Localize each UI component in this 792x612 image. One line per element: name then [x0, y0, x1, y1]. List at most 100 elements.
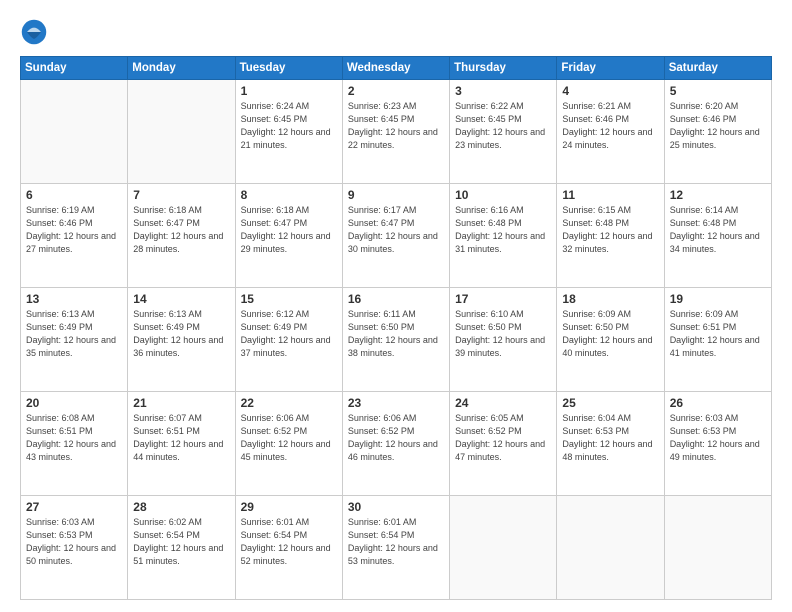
calendar-cell: 14 Sunrise: 6:13 AMSunset: 6:49 PMDayligh…	[128, 288, 235, 392]
calendar-cell: 2 Sunrise: 6:23 AMSunset: 6:45 PMDaylight…	[342, 80, 449, 184]
day-detail: Sunrise: 6:01 AMSunset: 6:54 PMDaylight:…	[348, 516, 444, 568]
calendar-cell: 29Sunrise: 6:01 AMSunset: 6:54 PMDayligh…	[235, 496, 342, 600]
calendar-cell: 20Sunrise: 6:08 AMSunset: 6:51 PMDayligh…	[21, 392, 128, 496]
day-number: 17	[455, 292, 551, 306]
day-number: 2	[348, 84, 444, 98]
weekday-row: SundayMondayTuesdayWednesdayThursdayFrid…	[21, 57, 772, 80]
day-number: 13	[26, 292, 122, 306]
day-detail: Sunrise: 6:20 AMSunset: 6:46 PMDaylight:…	[670, 100, 766, 152]
calendar-cell: 30 Sunrise: 6:01 AMSunset: 6:54 PMDayligh…	[342, 496, 449, 600]
day-detail: Sunrise: 6:18 AMSunset: 6:47 PMDaylight:…	[241, 204, 337, 256]
calendar-cell: 24 Sunrise: 6:05 AMSunset: 6:52 PMDayligh…	[450, 392, 557, 496]
calendar-cell: 21Sunrise: 6:07 AMSunset: 6:51 PMDayligh…	[128, 392, 235, 496]
day-detail: Sunrise: 6:06 AMSunset: 6:52 PMDaylight:…	[348, 412, 444, 464]
week-row-2: 6 Sunrise: 6:19 AMSunset: 6:46 PMDaylight…	[21, 184, 772, 288]
day-detail: Sunrise: 6:03 AMSunset: 6:53 PMDaylight:…	[670, 412, 766, 464]
calendar-cell	[21, 80, 128, 184]
day-number: 7	[133, 188, 229, 202]
day-detail: Sunrise: 6:15 AMSunset: 6:48 PMDaylight:…	[562, 204, 658, 256]
day-detail: Sunrise: 6:19 AMSunset: 6:46 PMDaylight:…	[26, 204, 122, 256]
day-number: 30	[348, 500, 444, 514]
calendar-cell	[664, 496, 771, 600]
calendar-cell: 18 Sunrise: 6:09 AMSunset: 6:50 PMDayligh…	[557, 288, 664, 392]
day-number: 8	[241, 188, 337, 202]
day-number: 9	[348, 188, 444, 202]
calendar-cell: 22 Sunrise: 6:06 AMSunset: 6:52 PMDayligh…	[235, 392, 342, 496]
calendar-cell: 4 Sunrise: 6:21 AMSunset: 6:46 PMDaylight…	[557, 80, 664, 184]
day-detail: Sunrise: 6:24 AMSunset: 6:45 PMDaylight:…	[241, 100, 337, 152]
calendar-body: 1Sunrise: 6:24 AMSunset: 6:45 PMDaylight…	[21, 80, 772, 600]
day-detail: Sunrise: 6:14 AMSunset: 6:48 PMDaylight:…	[670, 204, 766, 256]
day-detail: Sunrise: 6:11 AMSunset: 6:50 PMDaylight:…	[348, 308, 444, 360]
week-row-3: 13 Sunrise: 6:13 AMSunset: 6:49 PMDayligh…	[21, 288, 772, 392]
day-detail: Sunrise: 6:10 AMSunset: 6:50 PMDaylight:…	[455, 308, 551, 360]
calendar-cell: 10 Sunrise: 6:16 AMSunset: 6:48 PMDayligh…	[450, 184, 557, 288]
weekday-header-wednesday: Wednesday	[342, 57, 449, 80]
day-detail: Sunrise: 6:13 AMSunset: 6:49 PMDaylight:…	[26, 308, 122, 360]
day-detail: Sunrise: 6:17 AMSunset: 6:47 PMDaylight:…	[348, 204, 444, 256]
calendar-cell: 25 Sunrise: 6:04 AMSunset: 6:53 PMDayligh…	[557, 392, 664, 496]
day-detail: Sunrise: 6:23 AMSunset: 6:45 PMDaylight:…	[348, 100, 444, 152]
logo-icon	[20, 18, 48, 46]
day-detail: Sunrise: 6:12 AMSunset: 6:49 PMDaylight:…	[241, 308, 337, 360]
day-detail: Sunrise: 6:03 AMSunset: 6:53 PMDaylight:…	[26, 516, 122, 568]
calendar-cell	[557, 496, 664, 600]
calendar-cell: 1Sunrise: 6:24 AMSunset: 6:45 PMDaylight…	[235, 80, 342, 184]
day-number: 11	[562, 188, 658, 202]
weekday-header-monday: Monday	[128, 57, 235, 80]
day-number: 25	[562, 396, 658, 410]
day-number: 19	[670, 292, 766, 306]
day-number: 23	[348, 396, 444, 410]
calendar-cell	[450, 496, 557, 600]
day-number: 28	[133, 500, 229, 514]
weekday-header-tuesday: Tuesday	[235, 57, 342, 80]
day-number: 22	[241, 396, 337, 410]
day-detail: Sunrise: 6:16 AMSunset: 6:48 PMDaylight:…	[455, 204, 551, 256]
calendar-cell: 23 Sunrise: 6:06 AMSunset: 6:52 PMDayligh…	[342, 392, 449, 496]
week-row-4: 20Sunrise: 6:08 AMSunset: 6:51 PMDayligh…	[21, 392, 772, 496]
calendar-table: SundayMondayTuesdayWednesdayThursdayFrid…	[20, 56, 772, 600]
calendar-cell: 8 Sunrise: 6:18 AMSunset: 6:47 PMDaylight…	[235, 184, 342, 288]
day-detail: Sunrise: 6:21 AMSunset: 6:46 PMDaylight:…	[562, 100, 658, 152]
day-detail: Sunrise: 6:18 AMSunset: 6:47 PMDaylight:…	[133, 204, 229, 256]
day-detail: Sunrise: 6:04 AMSunset: 6:53 PMDaylight:…	[562, 412, 658, 464]
day-number: 12	[670, 188, 766, 202]
day-detail: Sunrise: 6:09 AMSunset: 6:51 PMDaylight:…	[670, 308, 766, 360]
calendar-cell: 19 Sunrise: 6:09 AMSunset: 6:51 PMDayligh…	[664, 288, 771, 392]
day-detail: Sunrise: 6:07 AMSunset: 6:51 PMDaylight:…	[133, 412, 229, 464]
day-number: 6	[26, 188, 122, 202]
day-number: 27	[26, 500, 122, 514]
calendar-cell: 26 Sunrise: 6:03 AMSunset: 6:53 PMDayligh…	[664, 392, 771, 496]
day-detail: Sunrise: 6:09 AMSunset: 6:50 PMDaylight:…	[562, 308, 658, 360]
day-number: 26	[670, 396, 766, 410]
day-detail: Sunrise: 6:13 AMSunset: 6:49 PMDaylight:…	[133, 308, 229, 360]
logo	[20, 18, 52, 46]
day-number: 29	[241, 500, 337, 514]
weekday-header-saturday: Saturday	[664, 57, 771, 80]
calendar-cell: 11 Sunrise: 6:15 AMSunset: 6:48 PMDayligh…	[557, 184, 664, 288]
calendar-cell	[128, 80, 235, 184]
calendar-cell: 15 Sunrise: 6:12 AMSunset: 6:49 PMDayligh…	[235, 288, 342, 392]
week-row-1: 1Sunrise: 6:24 AMSunset: 6:45 PMDaylight…	[21, 80, 772, 184]
calendar-cell: 16 Sunrise: 6:11 AMSunset: 6:50 PMDayligh…	[342, 288, 449, 392]
calendar-cell: 7 Sunrise: 6:18 AMSunset: 6:47 PMDaylight…	[128, 184, 235, 288]
day-detail: Sunrise: 6:22 AMSunset: 6:45 PMDaylight:…	[455, 100, 551, 152]
day-number: 15	[241, 292, 337, 306]
calendar-cell: 17 Sunrise: 6:10 AMSunset: 6:50 PMDayligh…	[450, 288, 557, 392]
day-detail: Sunrise: 6:05 AMSunset: 6:52 PMDaylight:…	[455, 412, 551, 464]
calendar-cell: 12 Sunrise: 6:14 AMSunset: 6:48 PMDayligh…	[664, 184, 771, 288]
day-detail: Sunrise: 6:08 AMSunset: 6:51 PMDaylight:…	[26, 412, 122, 464]
day-number: 5	[670, 84, 766, 98]
day-number: 10	[455, 188, 551, 202]
calendar-cell: 27 Sunrise: 6:03 AMSunset: 6:53 PMDayligh…	[21, 496, 128, 600]
day-detail: Sunrise: 6:06 AMSunset: 6:52 PMDaylight:…	[241, 412, 337, 464]
day-number: 3	[455, 84, 551, 98]
day-number: 4	[562, 84, 658, 98]
day-number: 14	[133, 292, 229, 306]
day-number: 18	[562, 292, 658, 306]
weekday-header-friday: Friday	[557, 57, 664, 80]
calendar-cell: 9 Sunrise: 6:17 AMSunset: 6:47 PMDaylight…	[342, 184, 449, 288]
day-number: 24	[455, 396, 551, 410]
day-detail: Sunrise: 6:02 AMSunset: 6:54 PMDaylight:…	[133, 516, 229, 568]
day-number: 16	[348, 292, 444, 306]
